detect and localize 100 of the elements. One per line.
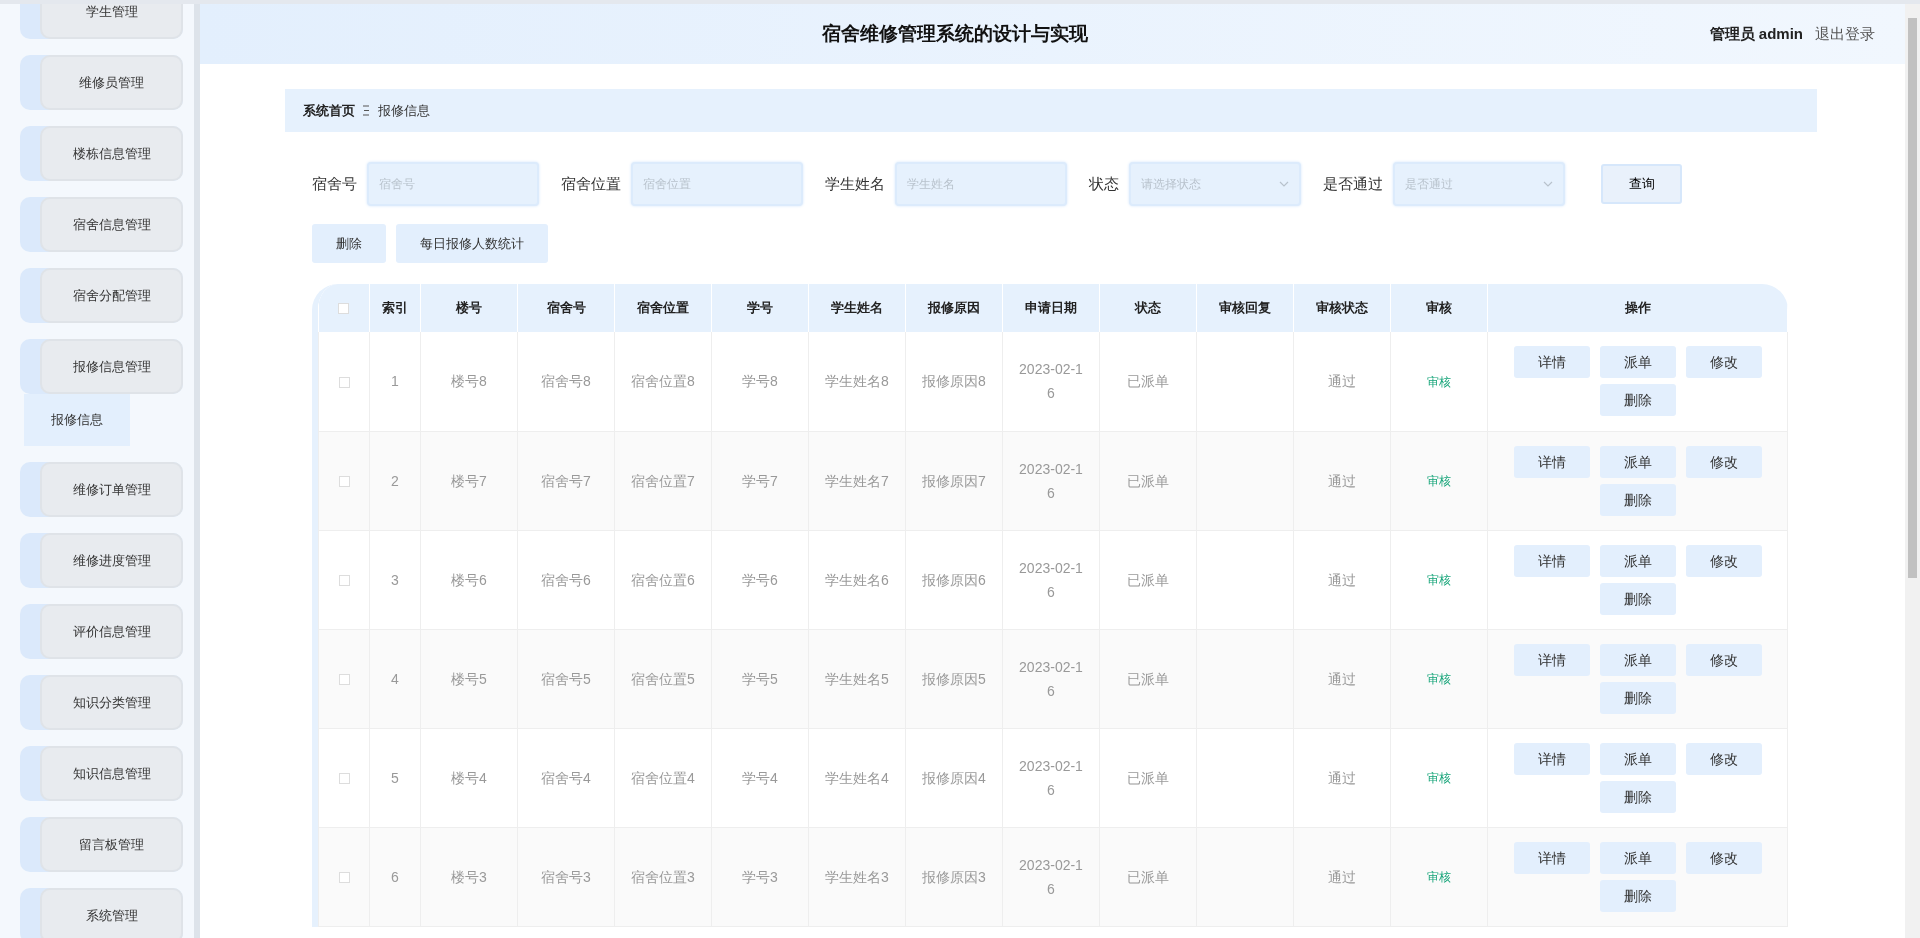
table-cell-text: 通过 (1328, 670, 1356, 687)
table-cell-text: 2 (391, 472, 399, 489)
row-action-button[interactable]: 删除 (1599, 384, 1676, 417)
column-header: 审核状态 (1316, 300, 1368, 316)
field-label: 是否通过 (1323, 173, 1383, 194)
sidebar-menu-item[interactable]: 宿舍分配管理 (20, 268, 183, 323)
column-header: 索引 (382, 300, 408, 316)
sidebar-submenu-item[interactable]: 报修信息 (24, 394, 130, 446)
table-cell-text: 2023-02-16 (1019, 460, 1083, 501)
row-action-button[interactable]: 修改 (1685, 445, 1762, 478)
select-all-checkbox[interactable] (338, 303, 350, 315)
row-action-button[interactable]: 派单 (1599, 346, 1676, 379)
table-cell-text: 通过 (1328, 472, 1356, 489)
row-action-button[interactable]: 修改 (1685, 841, 1762, 874)
table-cell-text: 学号3 (742, 868, 778, 885)
chevron-down-icon (1279, 181, 1289, 187)
action-button[interactable]: 每日报修人数统计 (396, 224, 548, 263)
breadcrumb-item[interactable]: 系统首页 (303, 100, 355, 121)
table-cell-text: 楼号6 (451, 571, 487, 588)
table-cell-text: 3 (391, 571, 399, 588)
row-action-button[interactable]: 修改 (1685, 544, 1762, 577)
column-header: 宿舍号 (546, 300, 586, 316)
row-action-button[interactable]: 派单 (1599, 445, 1676, 478)
table-cell-text: 楼号7 (451, 472, 487, 489)
row-action-button[interactable]: 删除 (1599, 879, 1676, 912)
table-cell-text: 报修原因3 (922, 868, 986, 885)
row-action-button[interactable]: 删除 (1599, 582, 1676, 615)
row-checkbox[interactable] (338, 773, 350, 785)
row-action-button[interactable]: 详情 (1513, 841, 1590, 874)
table-cell-text: 通过 (1328, 868, 1356, 885)
sidebar-menu-item[interactable]: 知识分类管理 (20, 675, 183, 730)
sidebar-menu-item[interactable]: 维修订单管理 (20, 462, 183, 517)
row-action-button[interactable]: 详情 (1513, 445, 1590, 478)
row-action-button[interactable]: 删除 (1599, 681, 1676, 714)
sidebar-menu-item[interactable]: 维修进度管理 (20, 533, 183, 588)
table-cell-text: 宿舍位置4 (631, 769, 695, 786)
table-cell-text: 楼号8 (451, 373, 487, 390)
table-cell-text: 宿舍号7 (541, 472, 591, 489)
table-cell-text: 已派单 (1127, 670, 1169, 687)
column-header: 宿舍位置 (637, 300, 689, 316)
row-action-button[interactable]: 修改 (1685, 643, 1762, 676)
sidebar-menu-item[interactable]: 维修员管理 (20, 55, 183, 110)
row-action-button[interactable]: 派单 (1599, 643, 1676, 676)
table-cell-text: 宿舍位置3 (631, 868, 695, 885)
sidebar-menu-item[interactable]: 学生管理 (20, 4, 183, 39)
table-cell-text: 学生姓名3 (825, 868, 889, 885)
table-cell-text: 楼号4 (451, 769, 487, 786)
row-action-button[interactable]: 删除 (1599, 483, 1676, 516)
table-cell-text: 通过 (1328, 769, 1356, 786)
sidebar-menu-item[interactable]: 楼栋信息管理 (20, 126, 183, 181)
table-cell-text: 已派单 (1127, 769, 1169, 786)
table-cell-text: 宿舍号4 (541, 769, 591, 786)
sidebar-menu-item[interactable]: 报修信息管理 (20, 339, 183, 394)
table-cell-text: 2023-02-16 (1019, 757, 1083, 798)
admin-user-label: 管理员 admin (1709, 23, 1803, 44)
row-action-button[interactable]: 修改 (1685, 742, 1762, 775)
row-action-button[interactable]: 删除 (1599, 780, 1676, 813)
row-checkbox[interactable] (338, 377, 350, 389)
table-cell-text: 已派单 (1127, 373, 1169, 390)
table-cell-text: 已派单 (1127, 472, 1169, 489)
table-cell-text: 楼号5 (451, 670, 487, 687)
breadcrumb-item: 报修信息 (378, 101, 430, 120)
table-cell-text: 楼号3 (451, 868, 487, 885)
row-action-button[interactable]: 详情 (1513, 742, 1590, 775)
row-action-button[interactable]: 派单 (1599, 841, 1676, 874)
table-cell-text: 宿舍号6 (541, 571, 591, 588)
table-cell-text: 学生姓名8 (825, 373, 889, 390)
table-cell-text: 学号4 (742, 769, 778, 786)
row-checkbox[interactable] (338, 674, 350, 686)
row-action-button[interactable]: 详情 (1513, 346, 1590, 379)
row-action-button[interactable]: 派单 (1599, 544, 1676, 577)
sidebar-menu-item[interactable]: 知识信息管理 (20, 746, 183, 801)
table-cell-text: 6 (391, 868, 399, 885)
row-checkbox[interactable] (338, 476, 350, 488)
action-button[interactable]: 删除 (312, 224, 386, 263)
row-action-button[interactable]: 详情 (1513, 544, 1590, 577)
column-header: 学生姓名 (831, 300, 883, 316)
row-action-button[interactable]: 派单 (1599, 742, 1676, 775)
field-label: 学生姓名 (825, 173, 885, 194)
row-action-button[interactable]: 详情 (1513, 643, 1590, 676)
field-label: 状态 (1089, 173, 1119, 194)
sidebar-menu-item[interactable]: 系统管理 (20, 888, 183, 938)
row-action-button[interactable]: 修改 (1685, 346, 1762, 379)
row-checkbox[interactable] (338, 872, 350, 884)
column-header: 状态 (1135, 300, 1161, 316)
table-cell-text: 学号8 (742, 373, 778, 390)
table-cell-text: 学生姓名5 (825, 670, 889, 687)
table-cell-text: 学生姓名7 (825, 472, 889, 489)
column-header: 报修原因 (928, 300, 980, 316)
table-cell-text: 报修原因7 (922, 472, 986, 489)
column-header: 操作 (1624, 300, 1651, 316)
logout-link[interactable]: 退出登录 (1815, 22, 1875, 46)
table-cell-text: 学生姓名6 (825, 571, 889, 588)
sidebar-menu-item[interactable]: 评价信息管理 (20, 604, 183, 659)
table-cell-text: 宿舍号8 (541, 373, 591, 390)
sidebar-menu-item[interactable]: 宿舍信息管理 (20, 197, 183, 252)
sidebar-menu-item[interactable]: 留言板管理 (20, 817, 183, 872)
row-checkbox[interactable] (338, 575, 350, 587)
table-cell-text: 宿舍号3 (541, 868, 591, 885)
search-button[interactable]: 查询 (1601, 164, 1682, 204)
